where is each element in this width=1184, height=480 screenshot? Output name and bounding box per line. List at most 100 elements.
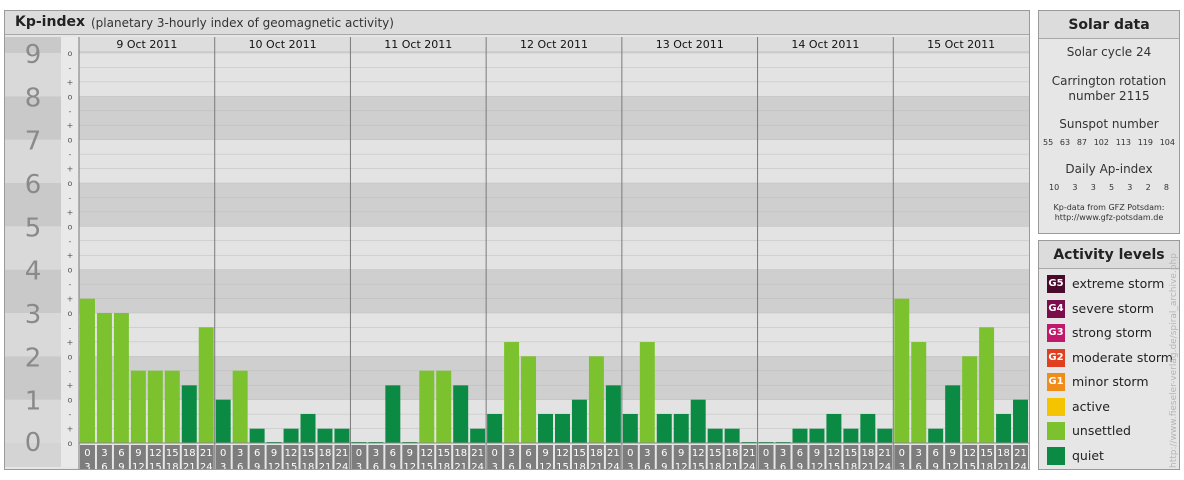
y-tick-label: 2 [25,343,42,373]
kp-chart-panel: Kp-index (planetary 3-hourly index of ge… [4,10,1030,470]
hour-start-label: 3 [780,448,786,459]
hour-end-label: 18 [573,462,586,469]
sunspot-value: 104 [1159,138,1175,147]
hour-end-label: 24 [1014,462,1027,469]
kp-bar [792,428,808,443]
hour-start-label: 6 [933,448,939,459]
hour-start-label: 21 [200,448,213,459]
hour-start-label: 3 [916,448,922,459]
sunspot-value: 87 [1076,138,1087,147]
y-tick-label: 9 [25,40,42,70]
y-tick-label: 6 [25,170,42,200]
y-minor-tick-label: o [68,136,73,145]
hour-end-label: 12 [539,462,552,469]
kp-bar [571,399,587,443]
hour-end-label: 18 [166,462,179,469]
kp-band [79,139,1029,183]
y-minor-tick-label: + [67,208,74,217]
hour-start-label: 21 [336,448,349,459]
day-label: 10 Oct 2011 [249,38,317,51]
hour-start-label: 0 [763,448,769,459]
hour-end-label: 9 [797,462,803,469]
hour-end-label: 21 [861,462,874,469]
y-minor-tick-label: o [68,266,73,275]
kp-band [79,356,1029,400]
kp-bar [317,428,333,443]
kp-bar [962,356,978,443]
day-label: 11 Oct 2011 [384,38,452,51]
hour-start-label: 12 [692,448,705,459]
kp-bar [147,370,163,443]
hour-start-label: 21 [607,448,620,459]
y-minor-tick-label: - [69,193,72,202]
hour-end-label: 6 [237,462,243,469]
sunspot-value: 63 [1059,138,1071,147]
legend-label: strong storm [1072,325,1152,340]
hour-end-label: 3 [627,462,633,469]
hour-end-label: 15 [420,462,433,469]
hour-end-label: 21 [454,462,467,469]
y-tick-label: 5 [25,213,42,243]
day-label: 15 Oct 2011 [927,38,995,51]
day-label: 9 Oct 2011 [116,38,177,51]
kp-band [79,53,1029,97]
hour-end-label: 3 [220,462,226,469]
kp-bar [487,413,503,443]
hour-start-label: 0 [220,448,226,459]
hour-start-label: 18 [590,448,603,459]
legend-label: quiet [1072,447,1104,463]
kp-bar [96,313,112,443]
hour-start-label: 18 [997,448,1010,459]
kp-bar [80,298,95,443]
hour-end-label: 15 [556,462,569,469]
hour-start-label: 15 [573,448,586,459]
legend-label: minor storm [1072,374,1149,389]
y-minor-tick-label: + [67,78,74,87]
hour-start-label: 9 [814,448,820,459]
y-minor-tick-label: - [69,107,72,116]
hour-start-label: 15 [845,448,858,459]
hour-end-label: 6 [644,462,650,469]
hour-start-label: 9 [542,448,548,459]
hour-end-label: 24 [471,462,484,469]
hour-end-label: 15 [149,462,162,469]
hour-start-label: 12 [420,448,433,459]
kp-bar [453,385,469,443]
hour-end-label: 21 [726,462,739,469]
hour-start-label: 21 [471,448,484,459]
kp-bar [843,428,859,443]
kp-bar [164,370,180,443]
ap-value: 2 [1145,183,1151,192]
day-label: 12 Oct 2011 [520,38,588,51]
hour-end-label: 6 [780,462,786,469]
kp-band [79,226,1029,270]
y-minor-tick-label: - [69,410,72,419]
kp-bar [198,327,214,443]
hour-start-label: 15 [437,448,450,459]
legend-swatch [1047,422,1065,440]
hour-start-label: 6 [525,448,531,459]
y-minor-tick-label: o [68,92,73,101]
y-minor-tick-label: - [69,237,72,246]
hour-end-label: 3 [899,462,905,469]
kp-bar [470,428,486,443]
sunspot-value: 119 [1137,138,1153,147]
kp-bar [215,399,231,443]
hour-end-label: 6 [916,462,922,469]
hour-end-label: 3 [84,462,90,469]
legend-swatch: G4 [1047,299,1065,318]
hour-end-label: 12 [946,462,959,469]
y-tick-label: 1 [25,387,42,417]
legend-label: active [1072,398,1110,414]
day-label: 13 Oct 2011 [656,38,724,51]
sunspot-value: 55 [1043,138,1054,147]
y-minor-tick-label: - [69,63,72,72]
hour-start-label: 3 [373,448,379,459]
kp-bar [673,413,689,443]
hour-end-label: 24 [878,462,891,469]
kp-bar [656,413,672,443]
sunspot-value: 102 [1093,138,1109,147]
kp-bar [588,356,604,443]
kp-bar [911,342,927,443]
legend-swatch: G5 [1047,275,1065,293]
